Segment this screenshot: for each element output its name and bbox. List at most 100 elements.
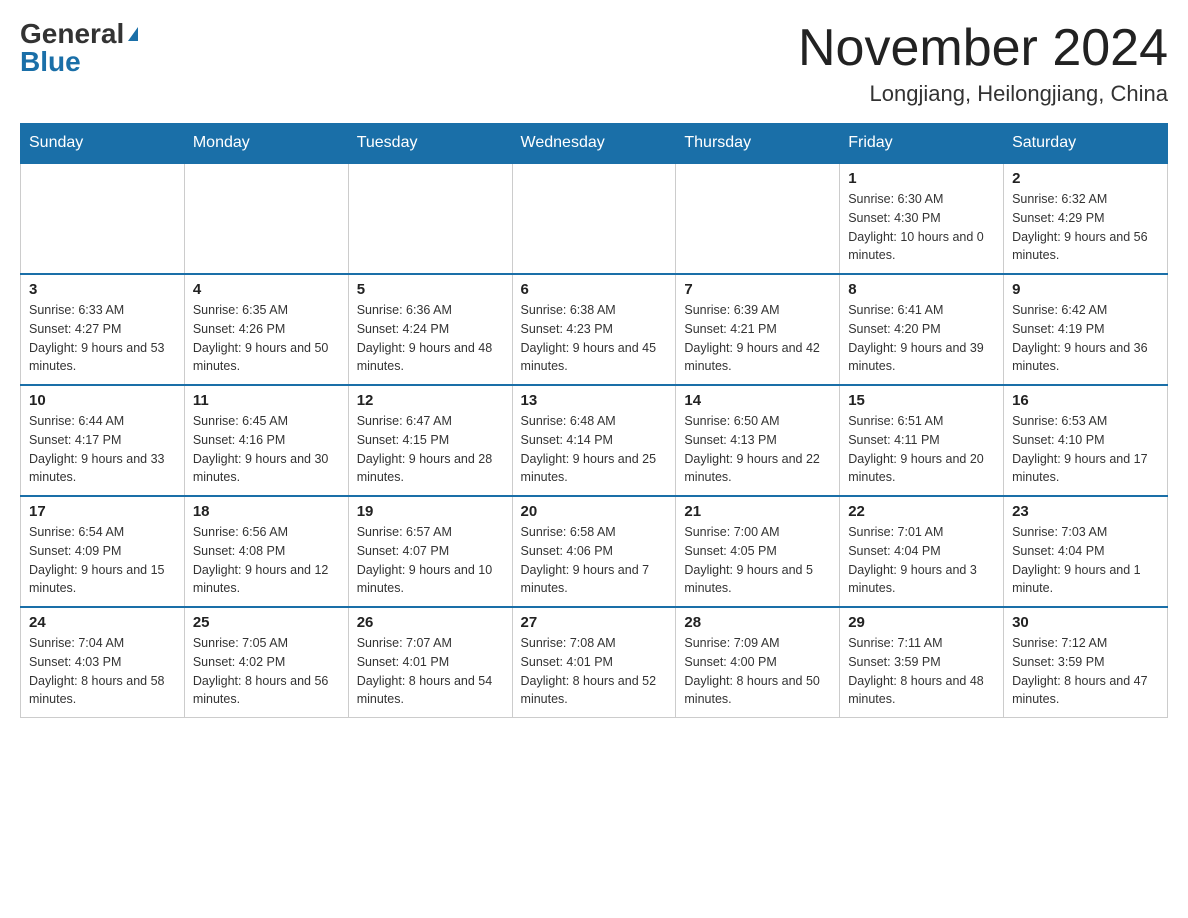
day-info: Sunrise: 7:03 AMSunset: 4:04 PMDaylight:…	[1012, 523, 1159, 598]
day-cell: 16 Sunrise: 6:53 AMSunset: 4:10 PMDayligh…	[1004, 385, 1168, 496]
day-number: 14	[684, 392, 831, 409]
day-info: Sunrise: 6:57 AMSunset: 4:07 PMDaylight:…	[357, 523, 504, 598]
day-info: Sunrise: 7:05 AMSunset: 4:02 PMDaylight:…	[193, 634, 340, 709]
day-cell: 5 Sunrise: 6:36 AMSunset: 4:24 PMDaylight…	[348, 274, 512, 385]
day-number: 19	[357, 503, 504, 520]
day-info: Sunrise: 6:54 AMSunset: 4:09 PMDaylight:…	[29, 523, 176, 598]
location-title: Longjiang, Heilongjiang, China	[798, 81, 1168, 107]
day-number: 13	[521, 392, 668, 409]
header: General Blue November 2024 Longjiang, He…	[20, 20, 1168, 107]
day-cell: 18Sunrise: 6:56 AMSunset: 4:08 PMDayligh…	[184, 496, 348, 607]
weekday-header-thursday: Thursday	[676, 124, 840, 164]
day-cell: 17 Sunrise: 6:54 AMSunset: 4:09 PMDayligh…	[21, 496, 185, 607]
day-info: Sunrise: 6:44 AMSunset: 4:17 PMDaylight:…	[29, 412, 176, 487]
day-cell: 28Sunrise: 7:09 AMSunset: 4:00 PMDayligh…	[676, 607, 840, 718]
week-row-5: 24 Sunrise: 7:04 AMSunset: 4:03 PMDayligh…	[21, 607, 1168, 718]
day-cell: 9Sunrise: 6:42 AMSunset: 4:19 PMDaylight…	[1004, 274, 1168, 385]
day-cell: 12 Sunrise: 6:47 AMSunset: 4:15 PMDayligh…	[348, 385, 512, 496]
weekday-header-row: SundayMondayTuesdayWednesdayThursdayFrid…	[21, 124, 1168, 164]
day-info: Sunrise: 6:45 AMSunset: 4:16 PMDaylight:…	[193, 412, 340, 487]
day-cell: 27Sunrise: 7:08 AMSunset: 4:01 PMDayligh…	[512, 607, 676, 718]
day-number: 28	[684, 614, 831, 631]
day-number: 7	[684, 281, 831, 298]
day-info: Sunrise: 7:11 AMSunset: 3:59 PMDaylight:…	[848, 634, 995, 709]
week-row-1: 1 Sunrise: 6:30 AMSunset: 4:30 PMDaylight…	[21, 163, 1168, 274]
day-cell: 30 Sunrise: 7:12 AMSunset: 3:59 PMDayligh…	[1004, 607, 1168, 718]
day-number: 5	[357, 281, 504, 298]
day-info: Sunrise: 6:47 AMSunset: 4:15 PMDaylight:…	[357, 412, 504, 487]
day-info: Sunrise: 7:00 AMSunset: 4:05 PMDaylight:…	[684, 523, 831, 598]
day-cell: 7 Sunrise: 6:39 AMSunset: 4:21 PMDaylight…	[676, 274, 840, 385]
day-number: 21	[684, 503, 831, 520]
day-info: Sunrise: 6:30 AMSunset: 4:30 PMDaylight:…	[848, 190, 995, 265]
day-cell: 1 Sunrise: 6:30 AMSunset: 4:30 PMDaylight…	[840, 163, 1004, 274]
day-cell	[676, 163, 840, 274]
day-info: Sunrise: 6:36 AMSunset: 4:24 PMDaylight:…	[357, 301, 504, 376]
logo: General Blue	[20, 20, 138, 76]
weekday-header-sunday: Sunday	[21, 124, 185, 164]
day-cell: 26 Sunrise: 7:07 AMSunset: 4:01 PMDayligh…	[348, 607, 512, 718]
day-number: 16	[1012, 392, 1159, 409]
day-info: Sunrise: 6:39 AMSunset: 4:21 PMDaylight:…	[684, 301, 831, 376]
day-info: Sunrise: 6:50 AMSunset: 4:13 PMDaylight:…	[684, 412, 831, 487]
day-cell: 19 Sunrise: 6:57 AMSunset: 4:07 PMDayligh…	[348, 496, 512, 607]
day-number: 17	[29, 503, 176, 520]
title-section: November 2024 Longjiang, Heilongjiang, C…	[798, 20, 1168, 107]
day-number: 20	[521, 503, 668, 520]
day-info: Sunrise: 6:58 AMSunset: 4:06 PMDaylight:…	[521, 523, 668, 598]
day-info: Sunrise: 6:32 AMSunset: 4:29 PMDaylight:…	[1012, 190, 1159, 265]
day-info: Sunrise: 6:56 AMSunset: 4:08 PMDaylight:…	[193, 523, 340, 598]
day-cell: 2 Sunrise: 6:32 AMSunset: 4:29 PMDaylight…	[1004, 163, 1168, 274]
day-info: Sunrise: 6:53 AMSunset: 4:10 PMDaylight:…	[1012, 412, 1159, 487]
day-info: Sunrise: 6:38 AMSunset: 4:23 PMDaylight:…	[521, 301, 668, 376]
day-number: 1	[848, 170, 995, 187]
day-number: 26	[357, 614, 504, 631]
day-info: Sunrise: 7:04 AMSunset: 4:03 PMDaylight:…	[29, 634, 176, 709]
day-cell: 11 Sunrise: 6:45 AMSunset: 4:16 PMDayligh…	[184, 385, 348, 496]
day-number: 12	[357, 392, 504, 409]
day-cell: 14 Sunrise: 6:50 AMSunset: 4:13 PMDayligh…	[676, 385, 840, 496]
week-row-4: 17 Sunrise: 6:54 AMSunset: 4:09 PMDayligh…	[21, 496, 1168, 607]
day-cell: 29 Sunrise: 7:11 AMSunset: 3:59 PMDayligh…	[840, 607, 1004, 718]
day-number: 6	[521, 281, 668, 298]
day-info: Sunrise: 7:12 AMSunset: 3:59 PMDaylight:…	[1012, 634, 1159, 709]
day-number: 2	[1012, 170, 1159, 187]
day-number: 8	[848, 281, 995, 298]
weekday-header-monday: Monday	[184, 124, 348, 164]
day-number: 15	[848, 392, 995, 409]
day-number: 24	[29, 614, 176, 631]
day-info: Sunrise: 6:51 AMSunset: 4:11 PMDaylight:…	[848, 412, 995, 487]
calendar-table: SundayMondayTuesdayWednesdayThursdayFrid…	[20, 123, 1168, 718]
day-info: Sunrise: 6:33 AMSunset: 4:27 PMDaylight:…	[29, 301, 176, 376]
day-cell	[348, 163, 512, 274]
day-number: 25	[193, 614, 340, 631]
logo-blue-text: Blue	[20, 48, 81, 76]
day-info: Sunrise: 7:07 AMSunset: 4:01 PMDaylight:…	[357, 634, 504, 709]
logo-triangle-icon	[128, 27, 138, 41]
day-number: 29	[848, 614, 995, 631]
day-cell: 25 Sunrise: 7:05 AMSunset: 4:02 PMDayligh…	[184, 607, 348, 718]
weekday-header-tuesday: Tuesday	[348, 124, 512, 164]
day-cell	[184, 163, 348, 274]
weekday-header-wednesday: Wednesday	[512, 124, 676, 164]
day-cell	[21, 163, 185, 274]
day-cell: 15 Sunrise: 6:51 AMSunset: 4:11 PMDayligh…	[840, 385, 1004, 496]
day-info: Sunrise: 6:48 AMSunset: 4:14 PMDaylight:…	[521, 412, 668, 487]
day-cell: 22Sunrise: 7:01 AMSunset: 4:04 PMDayligh…	[840, 496, 1004, 607]
day-cell: 13 Sunrise: 6:48 AMSunset: 4:14 PMDayligh…	[512, 385, 676, 496]
day-cell: 23 Sunrise: 7:03 AMSunset: 4:04 PMDayligh…	[1004, 496, 1168, 607]
day-cell: 24 Sunrise: 7:04 AMSunset: 4:03 PMDayligh…	[21, 607, 185, 718]
day-cell: 8 Sunrise: 6:41 AMSunset: 4:20 PMDaylight…	[840, 274, 1004, 385]
logo-general-text: General	[20, 20, 124, 48]
day-info: Sunrise: 6:41 AMSunset: 4:20 PMDaylight:…	[848, 301, 995, 376]
day-cell: 3Sunrise: 6:33 AMSunset: 4:27 PMDaylight…	[21, 274, 185, 385]
week-row-3: 10 Sunrise: 6:44 AMSunset: 4:17 PMDayligh…	[21, 385, 1168, 496]
day-info: Sunrise: 7:08 AMSunset: 4:01 PMDaylight:…	[521, 634, 668, 709]
day-number: 10	[29, 392, 176, 409]
day-number: 11	[193, 392, 340, 409]
day-number: 30	[1012, 614, 1159, 631]
day-number: 23	[1012, 503, 1159, 520]
day-info: Sunrise: 7:01 AMSunset: 4:04 PMDaylight:…	[848, 523, 995, 598]
day-cell: 4Sunrise: 6:35 AMSunset: 4:26 PMDaylight…	[184, 274, 348, 385]
weekday-header-friday: Friday	[840, 124, 1004, 164]
